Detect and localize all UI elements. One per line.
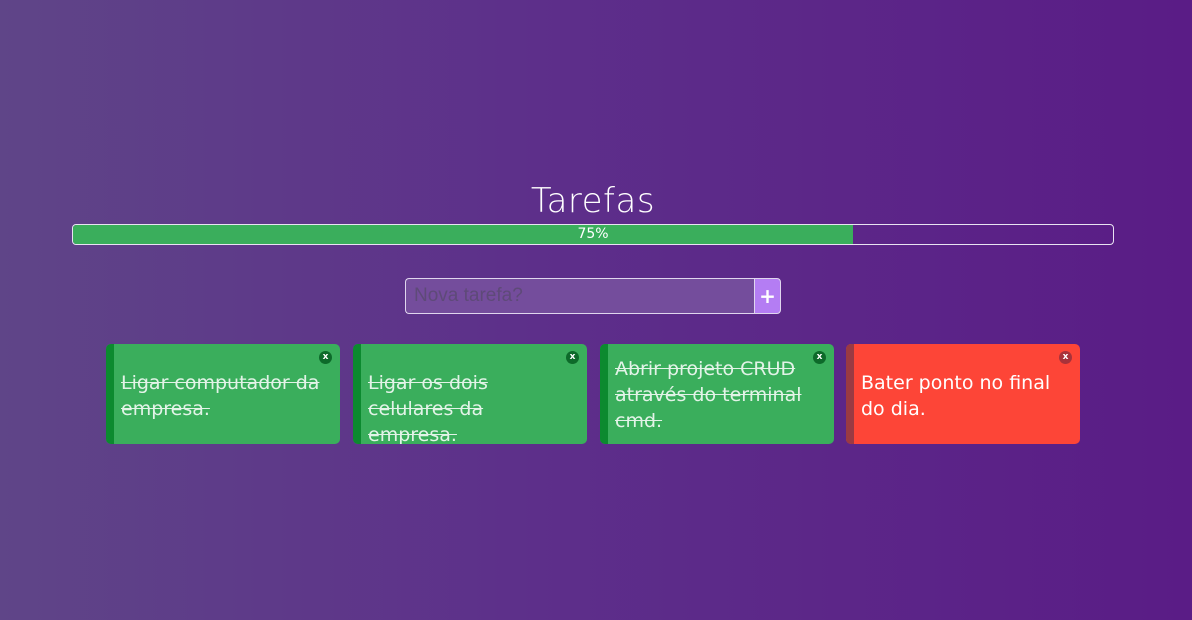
new-task-input[interactable] — [405, 278, 754, 314]
page-title: Tarefas — [530, 181, 656, 221]
task-card[interactable]: Abrir projeto CRUD através do terminal c… — [600, 344, 834, 444]
progress-label: 75% — [577, 226, 609, 242]
add-task-button[interactable]: + — [754, 278, 781, 314]
task-status-bar — [353, 344, 361, 444]
task-status-bar — [106, 344, 114, 444]
task-text: Ligar os dois celulares da empresa. — [368, 372, 488, 444]
progress-bar: 75% — [72, 224, 1114, 245]
task-card[interactable]: Ligar os dois celulares da empresa. x — [353, 344, 587, 444]
task-list: Ligar computador da empresa. x Ligar os … — [106, 344, 1080, 444]
new-task-form: + — [405, 278, 781, 314]
task-status-bar — [600, 344, 608, 444]
task-card[interactable]: Bater ponto no final do dia. x — [846, 344, 1080, 444]
task-text: Ligar computador da empresa. — [121, 372, 320, 420]
delete-task-button[interactable]: x — [566, 351, 579, 364]
delete-task-button[interactable]: x — [319, 351, 332, 364]
task-status-bar — [846, 344, 854, 444]
task-text: Bater ponto no final do dia. — [861, 372, 1051, 420]
task-text: Abrir projeto CRUD através do terminal c… — [615, 358, 802, 432]
delete-task-button[interactable]: x — [1059, 351, 1072, 364]
task-card[interactable]: Ligar computador da empresa. x — [106, 344, 340, 444]
delete-task-button[interactable]: x — [813, 351, 826, 364]
